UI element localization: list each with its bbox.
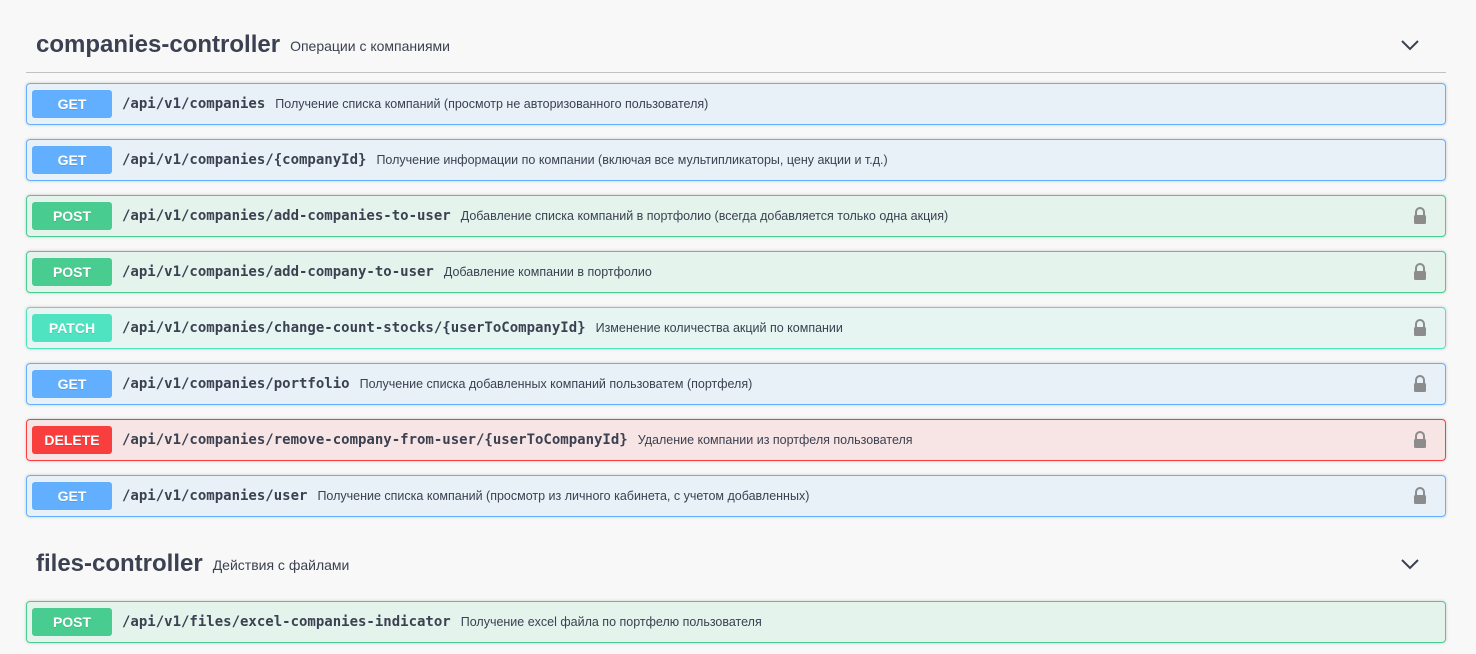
operation-row[interactable]: GET /api/v1/companies/{companyId} Получе… [26,139,1446,181]
lock-icon[interactable] [1413,319,1427,337]
lock-icon[interactable] [1413,207,1427,225]
operation-row[interactable]: GET /api/v1/companies/user Получение спи… [26,475,1446,517]
operation-row[interactable]: POST /api/v1/files/excel-companies-indic… [26,601,1446,643]
operation-row[interactable]: POST /api/v1/companies/add-companies-to-… [26,195,1446,237]
operation-path: /api/v1/companies [122,96,266,112]
operation-row[interactable]: POST /api/v1/companies/add-company-to-us… [26,251,1446,293]
method-badge: DELETE [32,426,112,454]
method-badge: GET [32,482,112,510]
operation-path: /api/v1/companies/change-count-stocks/{u… [122,320,586,336]
operation-path: /api/v1/companies/{companyId} [122,152,367,168]
tag-name: files-controller [36,550,203,577]
operation-path: /api/v1/files/excel-companies-indicator [122,614,451,630]
operation-summary: Получение списка добавленных компаний по… [359,377,753,391]
method-badge: POST [32,202,112,230]
chevron-down-icon[interactable] [1400,35,1420,55]
operation-row[interactable]: PATCH /api/v1/companies/change-count-sto… [26,307,1446,349]
operation-path: /api/v1/companies/remove-company-from-us… [122,432,628,448]
tag-description: Действия с файлами [212,557,350,573]
lock-icon[interactable] [1413,263,1427,281]
operation-summary: Добавление списка компаний в портфолио (… [460,209,949,223]
files-controller-section: files-controller Действия с файлами POST… [26,536,1446,643]
method-badge: GET [32,370,112,398]
operation-path: /api/v1/companies/add-companies-to-user [122,208,451,224]
operation-summary: Получение информации по компании (включа… [376,153,888,167]
chevron-down-icon[interactable] [1400,554,1420,574]
tag-name: companies-controller [36,30,281,58]
lock-icon[interactable] [1413,431,1427,449]
operation-path: /api/v1/companies/portfolio [122,376,350,392]
operation-summary: Удаление компании из портфеля пользовате… [637,433,913,447]
method-badge: PATCH [32,314,112,342]
operation-path: /api/v1/companies/add-company-to-user [122,264,434,280]
operation-summary: Получение списка компаний (просмотр из л… [317,489,810,503]
method-badge: GET [32,90,112,118]
operation-row[interactable]: GET /api/v1/companies Получение списка к… [26,83,1446,125]
operation-row[interactable]: DELETE /api/v1/companies/remove-company-… [26,419,1446,461]
section-header[interactable]: companies-controller Операции с компания… [26,17,1446,73]
method-badge: POST [32,608,112,636]
operation-path: /api/v1/companies/user [122,488,308,504]
operation-summary: Изменение количества акций по компании [595,321,843,335]
operation-row[interactable]: GET /api/v1/companies/portfolio Получени… [26,363,1446,405]
lock-icon[interactable] [1413,487,1427,505]
lock-icon[interactable] [1413,375,1427,393]
operation-summary: Получение списка компаний (просмотр не а… [275,97,709,111]
method-badge: GET [32,146,112,174]
companies-controller-section: companies-controller Операции с компания… [26,17,1446,517]
operation-summary: Добавление компании в портфолио [443,265,652,279]
method-badge: POST [32,258,112,286]
tag-description: Операции с компаниями [290,37,450,54]
operation-summary: Получение excel файла по портфелю пользо… [460,615,762,629]
section-header[interactable]: files-controller Действия с файлами [26,536,1446,592]
